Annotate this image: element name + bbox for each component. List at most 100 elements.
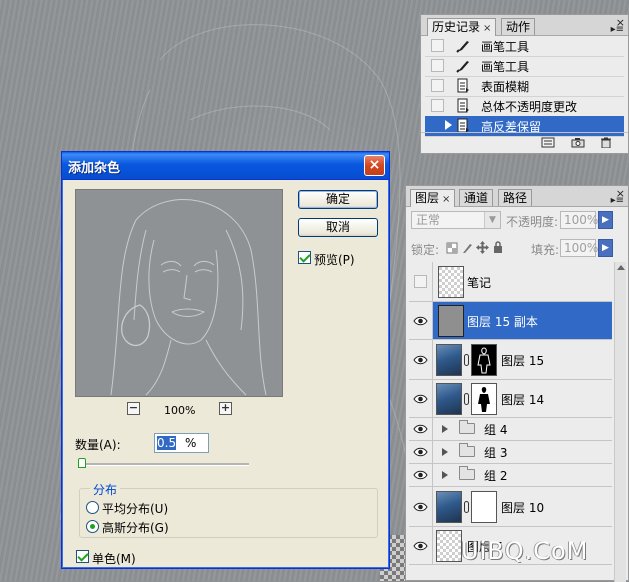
visibility-cell[interactable] — [409, 418, 433, 440]
visibility-cell[interactable] — [409, 527, 433, 564]
dialog-close-button[interactable]: × — [364, 155, 385, 176]
camera-snapshot-icon[interactable] — [571, 137, 585, 148]
layer-thumbnail — [436, 530, 462, 562]
layer-mask-thumbnail[interactable] — [471, 344, 497, 376]
monochromatic-checkbox[interactable] — [76, 550, 89, 563]
visibility-empty-box[interactable] — [414, 274, 427, 288]
layer-row[interactable]: 图层 10 — [409, 487, 612, 527]
history-state[interactable]: 总体不透明度更改 — [425, 96, 624, 117]
layer-row[interactable]: 图层 14 — [409, 380, 612, 418]
history-source-checkbox[interactable] — [431, 99, 444, 112]
scroll-up-icon[interactable] — [617, 265, 625, 270]
history-state[interactable]: 画笔工具 — [425, 56, 624, 77]
expand-arrow-icon[interactable] — [442, 471, 448, 479]
opacity-slider-toggle-icon[interactable]: ▶ — [598, 211, 613, 229]
layer-group-row[interactable]: 组 3 — [409, 441, 612, 464]
tab-channels[interactable]: 通道 — [459, 189, 494, 206]
distribution-group: 分布 平均分布(U) 高斯分布(G) — [79, 481, 378, 538]
layer-row[interactable]: 图层 15 — [409, 340, 612, 380]
layer-row-selected[interactable]: 图层 15 副本 — [409, 302, 612, 340]
amount-slider-thumb[interactable] — [77, 458, 86, 468]
amount-unit: % — [185, 436, 197, 450]
dialog-titlebar[interactable]: 添加杂色 × — [62, 152, 389, 180]
expand-arrow-icon[interactable] — [442, 425, 448, 433]
trash-icon[interactable] — [599, 137, 613, 148]
lock-transparency-icon[interactable] — [446, 242, 458, 254]
history-doc-icon — [457, 78, 469, 93]
eye-icon[interactable] — [413, 394, 428, 404]
layer-name: 图层 15 副本 — [467, 314, 538, 329]
distribution-legend: 分布 — [90, 481, 121, 498]
eye-icon[interactable] — [413, 447, 428, 457]
mask-link-icon[interactable] — [464, 501, 469, 513]
gaussian-label[interactable]: 高斯分布(G) — [102, 519, 169, 536]
lock-all-icon[interactable] — [493, 241, 503, 254]
eye-icon[interactable] — [413, 502, 428, 512]
eye-icon[interactable] — [413, 424, 428, 434]
monochromatic-label[interactable]: 单色(M) — [92, 550, 136, 567]
mask-link-icon[interactable] — [464, 354, 469, 366]
history-state[interactable]: 表面模糊 — [425, 76, 624, 97]
opacity-value: 100% — [564, 213, 599, 227]
visibility-cell[interactable] — [409, 262, 433, 301]
uniform-radio[interactable] — [86, 501, 99, 514]
opacity-input[interactable]: 100% — [560, 211, 599, 229]
tab-history-label: 历史记录 — [432, 20, 481, 34]
history-source-checkbox[interactable] — [431, 39, 444, 52]
blend-mode-select[interactable]: 正常 ▼ — [411, 211, 501, 229]
tab-close-icon[interactable]: × — [483, 23, 491, 34]
layer-group-row[interactable]: 组 4 — [409, 418, 612, 441]
new-document-from-state-icon[interactable] — [541, 137, 555, 148]
visibility-cell[interactable] — [409, 340, 433, 379]
amount-slider-track[interactable] — [79, 463, 249, 466]
panel-menu-icon[interactable]: ▸≡ — [611, 24, 624, 35]
zoom-out-button[interactable]: − — [127, 402, 140, 415]
history-source-checkbox[interactable] — [431, 59, 444, 72]
lock-image-pixels-icon[interactable] — [461, 242, 473, 254]
visibility-cell[interactable] — [409, 464, 433, 486]
visibility-cell[interactable] — [409, 441, 433, 463]
lock-position-icon[interactable] — [476, 241, 489, 254]
history-footer — [421, 132, 628, 153]
expand-arrow-icon[interactable] — [442, 448, 448, 456]
tab-paths[interactable]: 路径 — [498, 189, 533, 206]
layers-scrollbar[interactable] — [614, 262, 626, 582]
amount-input[interactable]: 0.5 — [154, 433, 209, 453]
visibility-cell[interactable] — [409, 302, 433, 339]
layer-mask-thumbnail[interactable] — [471, 491, 497, 523]
layer-name: 笔记 — [467, 275, 492, 290]
layer-thumbnail — [438, 266, 464, 298]
tab-layers[interactable]: 图层 × — [410, 189, 456, 207]
folder-icon — [459, 443, 475, 457]
filter-preview[interactable] — [75, 189, 283, 397]
ok-button[interactable]: 确定 — [298, 190, 378, 209]
history-state[interactable]: 画笔工具 — [425, 36, 624, 57]
uniform-label[interactable]: 平均分布(U) — [102, 500, 168, 517]
mask-link-icon[interactable] — [464, 393, 469, 405]
eye-icon[interactable] — [413, 470, 428, 480]
tab-close-icon[interactable]: × — [442, 194, 450, 205]
tab-actions[interactable]: 动作 — [501, 18, 536, 35]
visibility-cell[interactable] — [409, 380, 433, 417]
history-source-checkbox[interactable] — [431, 119, 444, 132]
gaussian-radio[interactable] — [86, 520, 99, 533]
history-state-label: 画笔工具 — [481, 60, 530, 74]
eye-icon[interactable] — [413, 541, 428, 551]
preview-label[interactable]: 预览(P) — [314, 251, 355, 268]
eye-icon[interactable] — [413, 316, 428, 326]
zoom-in-button[interactable]: + — [219, 402, 232, 415]
layer-group-row[interactable]: 组 2 — [409, 464, 612, 487]
fill-slider-toggle-icon[interactable]: ▶ — [598, 239, 613, 257]
blend-opacity-row: 正常 ▼ 不透明度: 100% ▶ — [409, 208, 625, 232]
layer-row[interactable]: 笔记 — [409, 262, 612, 302]
panel-menu-icon[interactable]: ▸≡ — [611, 195, 624, 206]
eye-icon[interactable] — [413, 355, 428, 365]
cancel-button[interactable]: 取消 — [298, 218, 378, 237]
layer-mask-thumbnail[interactable] — [471, 383, 497, 415]
layer-name: 组 2 — [484, 469, 508, 483]
fill-input[interactable]: 100% — [560, 239, 598, 257]
visibility-cell[interactable] — [409, 487, 433, 526]
tab-history[interactable]: 历史记录 × — [427, 18, 497, 36]
history-source-checkbox[interactable] — [431, 79, 444, 92]
preview-checkbox[interactable] — [298, 251, 311, 264]
